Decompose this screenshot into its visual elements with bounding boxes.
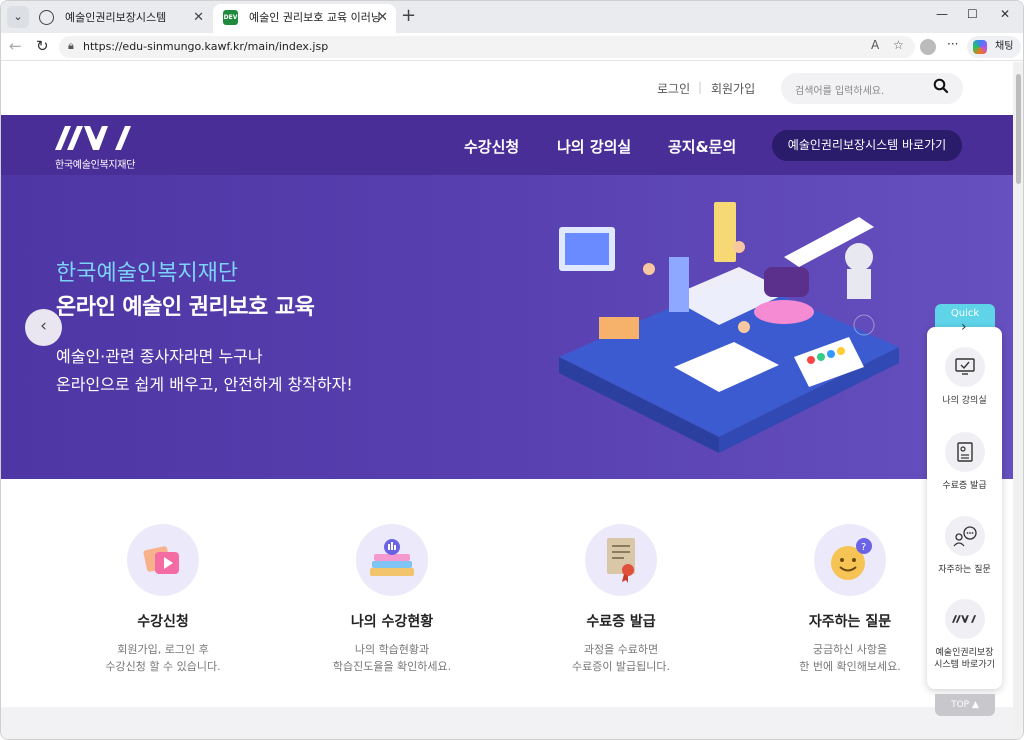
- monitor-icon: [944, 347, 985, 387]
- hero-title: 온라인 예술인 권리보호 교육: [56, 295, 315, 320]
- service-name: 나의 수강현황: [350, 614, 434, 630]
- search-input[interactable]: 검색어를 입력하세요.: [795, 82, 884, 97]
- tab-actions-menu[interactable]: ⌄: [7, 6, 29, 28]
- tab-close-icon[interactable]: ✕: [377, 4, 388, 31]
- maximize-button[interactable]: ☐: [967, 7, 978, 21]
- service-my-progress[interactable]: 나의 수강현황 나의 학습현황과 학습진도율을 확인하세요.: [292, 524, 492, 675]
- copilot-label: 채팅: [995, 41, 1014, 52]
- browser-toolbar: ← ↻ 🔒︎ https://edu-sinmungo.kawf.kr/main…: [1, 33, 1023, 61]
- scrollbar-thumb[interactable]: [1016, 74, 1021, 184]
- service-desc-line1: 나의 학습현황과: [354, 643, 430, 656]
- quick-certificate[interactable]: 수료증 발급: [927, 432, 1002, 492]
- globe-icon: [39, 10, 54, 25]
- address-text: https://edu-sinmungo.kawf.kr/main/index.…: [83, 40, 329, 53]
- login-link[interactable]: 로그인: [657, 80, 690, 97]
- quick-label: 자주하는 질문: [938, 565, 991, 575]
- tab-elearning[interactable]: DEV 예술인 권리보호 교육 이러닝 ✕: [213, 4, 396, 33]
- quick-label: 나의 강의실: [942, 396, 987, 406]
- back-button[interactable]: ←: [9, 37, 22, 55]
- certificate-icon: [585, 524, 657, 596]
- minimize-button[interactable]: —: [936, 7, 948, 21]
- main-navigation: 한국예술인복지재단 수강신청 나의 강의실 공지&문의 예술인권리보장시스템 바…: [1, 115, 1013, 175]
- rights-system-shortcut-button[interactable]: 예술인권리보장시스템 바로가기: [772, 130, 962, 161]
- service-description: 회원가입, 로그인 후 수강신청 할 수 있습니다.: [63, 641, 263, 675]
- browser-window: ⌄ 예술인권리보장시스템 ✕ DEV 예술인 권리보호 교육 이러닝 ✕ + —…: [0, 0, 1024, 740]
- service-description: 나의 학습현황과 학습진도율을 확인하세요.: [292, 641, 492, 675]
- kawf-logo-mark: [55, 126, 131, 150]
- dev-badge-icon: DEV: [223, 10, 238, 25]
- hero-description-line1: 예술인·관련 종사자라면 누구나: [56, 347, 263, 366]
- address-bar[interactable]: 🔒︎ https://edu-sinmungo.kawf.kr/main/ind…: [59, 36, 915, 58]
- service-desc-line1: 과정을 수료하면: [583, 643, 659, 656]
- service-faq[interactable]: ? 자주하는 질문 궁금하신 사항을 한 번에 확인해보세요.: [750, 524, 950, 675]
- quick-label-line2: 시스템 바로가기: [934, 660, 995, 670]
- hero-subtitle: 한국예술인복지재단: [56, 261, 239, 286]
- new-tab-button[interactable]: +: [401, 5, 416, 26]
- logo-text: 한국예술인복지재단: [55, 160, 136, 171]
- service-name: 수강신청: [137, 614, 189, 630]
- search-box[interactable]: 검색어를 입력하세요.: [781, 73, 963, 104]
- tab-title: 예술인권리보장시스템: [65, 11, 167, 24]
- site-logo[interactable]: 한국예술인복지재단: [55, 126, 137, 171]
- tab-rights-system[interactable]: 예술인권리보장시스템 ✕: [29, 4, 212, 33]
- service-section: 수강신청 회원가입, 로그인 후 수강신청 할 수 있습니다. 나의 수강현황 …: [1, 479, 1013, 707]
- service-desc-line1: 궁금하신 사항을: [812, 643, 888, 656]
- document-icon: [944, 432, 985, 472]
- copilot-button[interactable]: 채팅: [967, 36, 1021, 58]
- tab-close-icon[interactable]: ✕: [193, 4, 204, 31]
- lock-icon: 🔒︎: [68, 39, 74, 52]
- hero-banner: 한국예술인복지재단 온라인 예술인 권리보호 교육 예술인·관련 종사자라면 누…: [1, 175, 1013, 479]
- more-menu-icon[interactable]: ···: [947, 37, 958, 51]
- quick-label-line1: 예술인권리보장: [935, 648, 994, 658]
- nav-my-classroom[interactable]: 나의 강의실: [557, 136, 631, 157]
- svg-text:?: ?: [861, 542, 866, 553]
- search-icon[interactable]: [933, 78, 949, 98]
- service-enroll[interactable]: 수강신청 회원가입, 로그인 후 수강신청 할 수 있습니다.: [63, 524, 263, 675]
- books-chart-icon: [356, 524, 428, 596]
- service-desc-line2: 학습진도율을 확인하세요.: [332, 660, 452, 673]
- hero-illustration: [559, 202, 899, 453]
- close-window-button[interactable]: ✕: [1000, 7, 1010, 21]
- service-desc-line1: 회원가입, 로그인 후: [117, 643, 209, 656]
- chat-person-icon: [944, 516, 985, 556]
- kawf-logo-icon: [944, 599, 985, 639]
- hero-description-line2: 온라인으로 쉽게 배우고, 안전하게 창작하자!: [56, 375, 353, 394]
- service-certificate[interactable]: 수료증 발급 과정을 수료하면 수료증이 발급됩니다.: [521, 524, 721, 675]
- slider-prev-button[interactable]: ‹: [25, 309, 62, 346]
- service-name: 수료증 발급: [586, 614, 656, 630]
- util-divider: |: [698, 80, 703, 94]
- page-scrollbar[interactable]: [1013, 62, 1023, 739]
- title-bar: ⌄ 예술인권리보장시스템 ✕ DEV 예술인 권리보호 교육 이러닝 ✕ + —…: [1, 1, 1023, 33]
- join-link[interactable]: 회원가입: [711, 80, 755, 97]
- smiley-question-icon: ?: [814, 524, 886, 596]
- tab-title: 예술인 권리보호 교육 이러닝: [249, 11, 381, 24]
- profile-avatar[interactable]: [920, 39, 936, 55]
- quick-next-icon[interactable]: ›: [961, 319, 967, 335]
- quick-faq[interactable]: 자주하는 질문: [927, 516, 1002, 576]
- quick-menu: › 나의 강의실 수료증 발급 자주하는 질문 예술인권리보장 시스템 바로가기: [927, 319, 1002, 689]
- reload-button[interactable]: ↻: [36, 37, 49, 55]
- scroll-top-button[interactable]: TOP ▲: [935, 694, 995, 716]
- nav-enroll[interactable]: 수강신청: [464, 136, 519, 157]
- service-name: 자주하는 질문: [808, 614, 892, 630]
- play-book-icon: [127, 524, 199, 596]
- service-desc-line2: 한 번에 확인해보세요.: [799, 660, 901, 673]
- service-description: 과정을 수료하면 수료증이 발급됩니다.: [521, 641, 721, 675]
- quick-label: 예술인권리보장 시스템 바로가기: [927, 647, 1002, 671]
- read-aloud-icon[interactable]: A: [871, 38, 879, 52]
- quick-label: 수료증 발급: [942, 481, 987, 491]
- quick-my-classroom[interactable]: 나의 강의실: [927, 347, 1002, 407]
- service-desc-line2: 수료증이 발급됩니다.: [571, 660, 671, 673]
- page-content: 로그인 | 회원가입 검색어를 입력하세요. 한국예술인복지재단 수강신청 나의…: [1, 62, 1013, 739]
- favorite-star-icon[interactable]: ☆: [893, 38, 904, 52]
- copilot-icon: [973, 40, 987, 54]
- service-desc-line2: 수강신청 할 수 있습니다.: [105, 660, 221, 673]
- section-divider: [1, 707, 1013, 739]
- service-description: 궁금하신 사항을 한 번에 확인해보세요.: [750, 641, 950, 675]
- quick-rights-system[interactable]: 예술인권리보장 시스템 바로가기: [927, 599, 1002, 671]
- nav-notice-inquiry[interactable]: 공지&문의: [668, 136, 736, 157]
